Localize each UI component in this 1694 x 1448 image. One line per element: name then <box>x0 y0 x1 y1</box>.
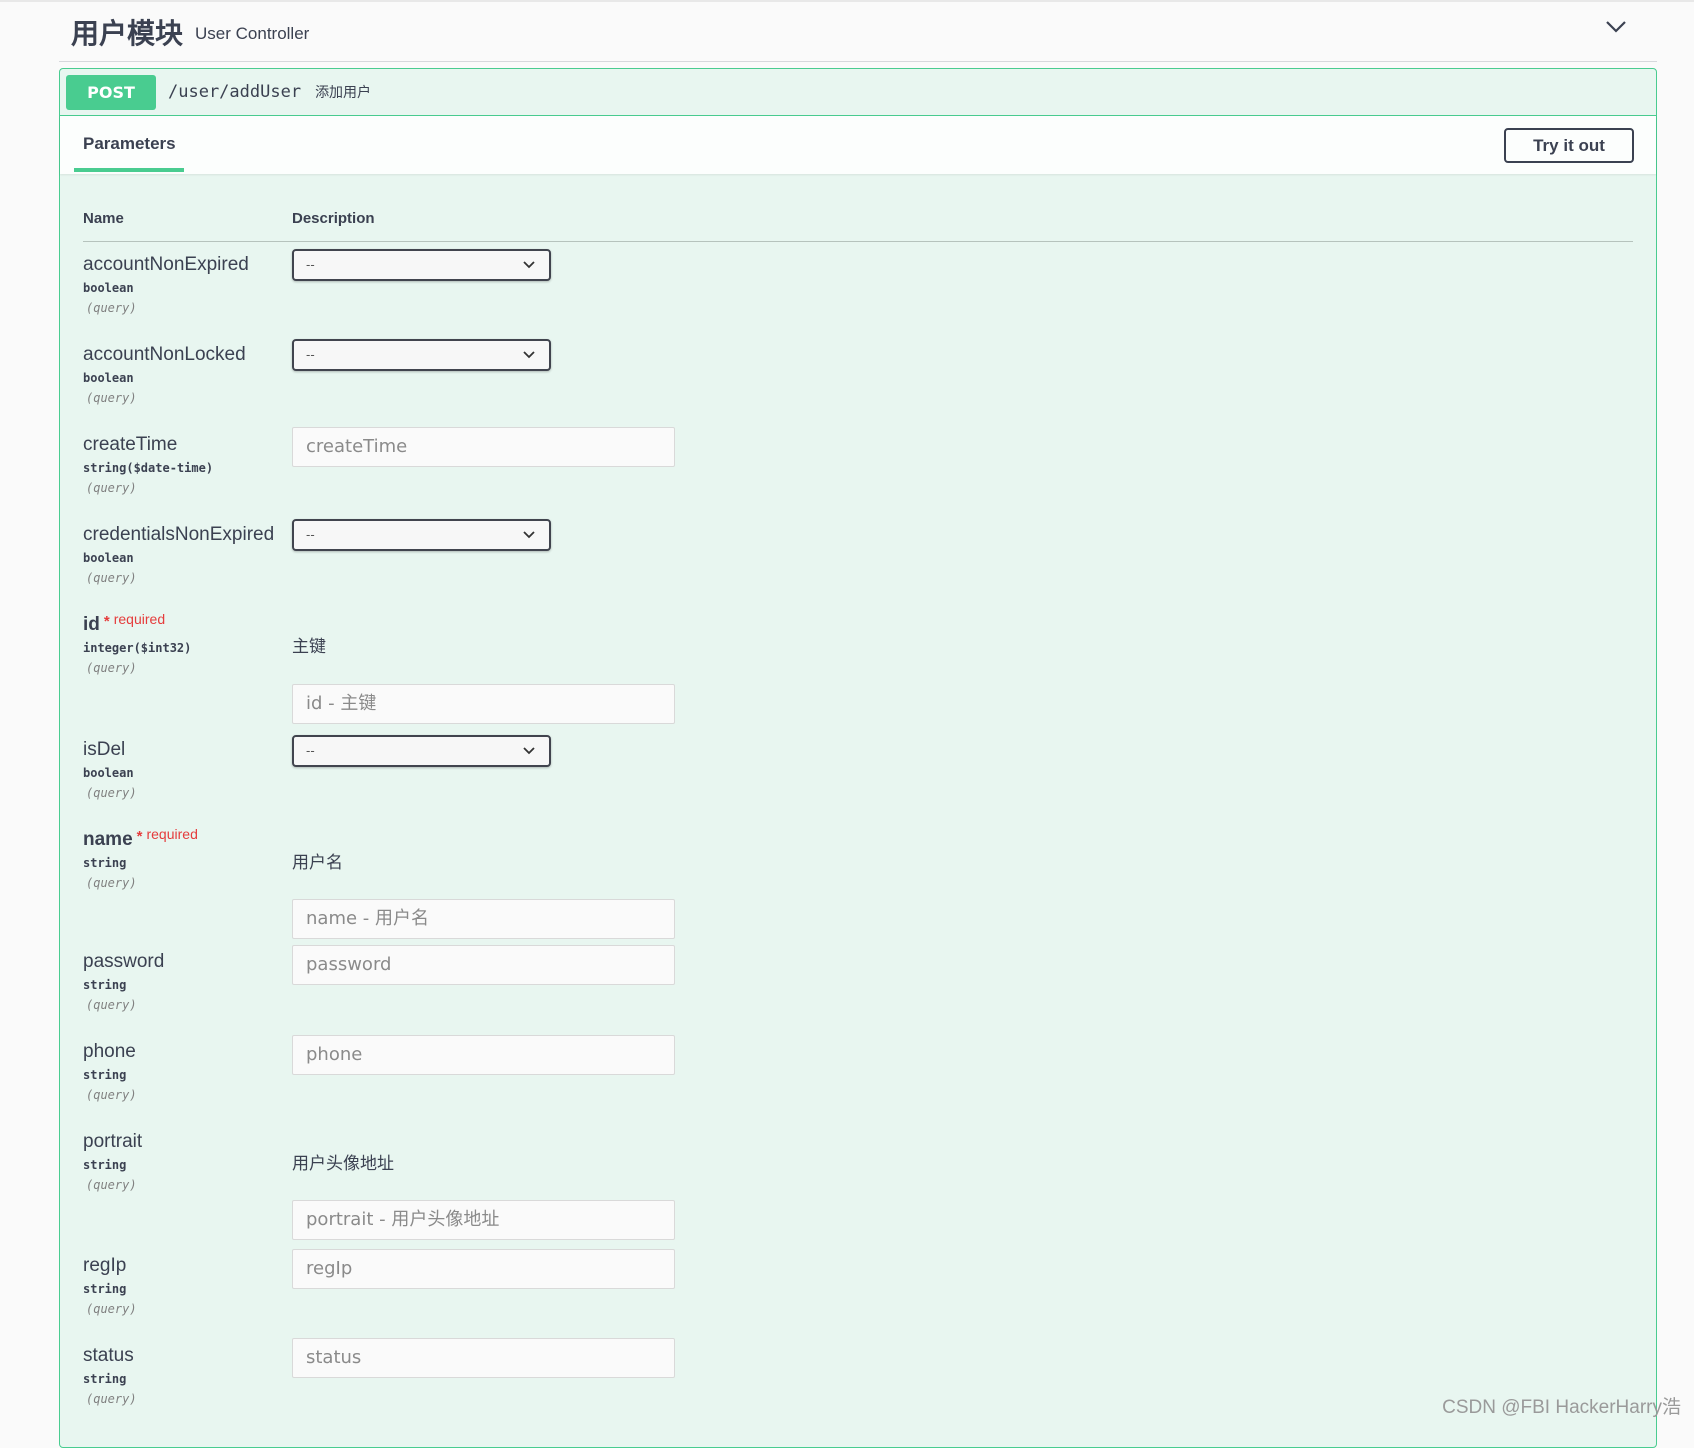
param-name-required: id * required <box>83 611 166 636</box>
param-location: (query) <box>86 301 137 315</box>
param-name: isDel <box>83 739 126 760</box>
tag-title: 用户模块 <box>71 16 184 50</box>
param-description: 用户头像地址 <box>292 1154 394 1174</box>
param-location: (query) <box>86 1302 137 1316</box>
boolean-select[interactable]: -- <box>292 249 551 281</box>
param-type: string <box>83 1372 127 1386</box>
status-input[interactable]: status <box>292 1338 675 1378</box>
parameters-section-header: Parameters Try it out <box>60 116 1656 174</box>
param-location: (query) <box>86 661 137 675</box>
select-value: -- <box>306 527 315 542</box>
boolean-select[interactable]: -- <box>292 735 551 767</box>
param-type: boolean <box>83 551 134 565</box>
param-location: (query) <box>86 571 137 585</box>
param-name: accountNonLocked <box>83 344 246 365</box>
watermark: CSDN @FBI HackerHarry浩 <box>1442 1397 1681 1418</box>
chevron-down-icon <box>523 351 535 359</box>
param-name: password <box>83 951 165 972</box>
method-badge: POST <box>66 74 156 110</box>
param-location: (query) <box>86 998 137 1012</box>
param-location: (query) <box>86 1392 137 1406</box>
param-type: string <box>83 978 127 992</box>
required-asterisk: * <box>103 613 110 630</box>
param-name: id <box>83 614 100 635</box>
param-type: boolean <box>83 766 134 780</box>
param-location: (query) <box>86 1088 137 1102</box>
tab-parameters[interactable]: Parameters <box>83 134 176 154</box>
select-value: -- <box>306 743 315 758</box>
createTime-input[interactable]: createTime <box>292 427 675 467</box>
chevron-down-icon <box>523 261 535 269</box>
param-location: (query) <box>86 876 137 890</box>
param-type: boolean <box>83 371 134 385</box>
try-it-out-button[interactable]: Try it out <box>1504 128 1634 163</box>
param-name: credentialsNonExpired <box>83 524 275 545</box>
chevron-down-icon <box>523 747 535 755</box>
boolean-select[interactable]: -- <box>292 519 551 551</box>
operation-path: /user/addUser <box>168 82 302 102</box>
param-location: (query) <box>86 786 137 800</box>
chevron-down-icon[interactable] <box>1601 14 1631 38</box>
tab-active-indicator <box>74 168 184 172</box>
param-name: regIp <box>83 1255 127 1276</box>
param-location: (query) <box>86 391 137 405</box>
chevron-down-icon <box>523 531 535 539</box>
param-type: string <box>83 856 127 870</box>
select-value: -- <box>306 257 315 272</box>
param-name: status <box>83 1345 134 1366</box>
param-name: createTime <box>83 434 178 455</box>
required-asterisk: * <box>136 828 143 845</box>
opblock-summary[interactable]: POST /user/addUser 添加用户 <box>60 69 1656 116</box>
id-input[interactable]: id - 主键 <box>292 684 675 724</box>
param-description: 用户名 <box>292 853 343 873</box>
required-label: required <box>113 611 166 627</box>
regIp-input[interactable]: regIp <box>292 1249 675 1289</box>
phone-input[interactable]: phone <box>292 1035 675 1075</box>
param-type: string <box>83 1068 127 1082</box>
header-divider <box>83 241 1633 242</box>
param-type: boolean <box>83 281 134 295</box>
name-input[interactable]: name - 用户名 <box>292 899 675 939</box>
param-name: portrait <box>83 1131 143 1152</box>
param-location: (query) <box>86 1178 137 1192</box>
column-header-name: Name <box>83 210 124 227</box>
param-name: accountNonExpired <box>83 254 249 275</box>
boolean-select[interactable]: -- <box>292 339 551 371</box>
param-type: string <box>83 1282 127 1296</box>
password-input[interactable]: password <box>292 945 675 985</box>
param-type: string <box>83 1158 127 1172</box>
param-name: phone <box>83 1041 136 1062</box>
operation-summary: 添加用户 <box>315 85 372 101</box>
param-location: (query) <box>86 481 137 495</box>
column-header-description: Description <box>292 210 375 227</box>
tag-header[interactable]: 用户模块 User Controller <box>59 2 1657 62</box>
select-value: -- <box>306 347 315 362</box>
opblock-post: POST /user/addUser 添加用户 Parameters Try i… <box>59 68 1657 1448</box>
tag-description: User Controller <box>195 23 310 43</box>
param-name-required: name * required <box>83 826 198 851</box>
param-type: string($date-time) <box>83 461 214 475</box>
param-name: name <box>83 829 133 850</box>
param-description: 主键 <box>292 637 326 657</box>
param-type: integer($int32) <box>83 641 192 655</box>
portrait-input[interactable]: portrait - 用户头像地址 <box>292 1200 675 1240</box>
required-label: required <box>146 826 198 842</box>
